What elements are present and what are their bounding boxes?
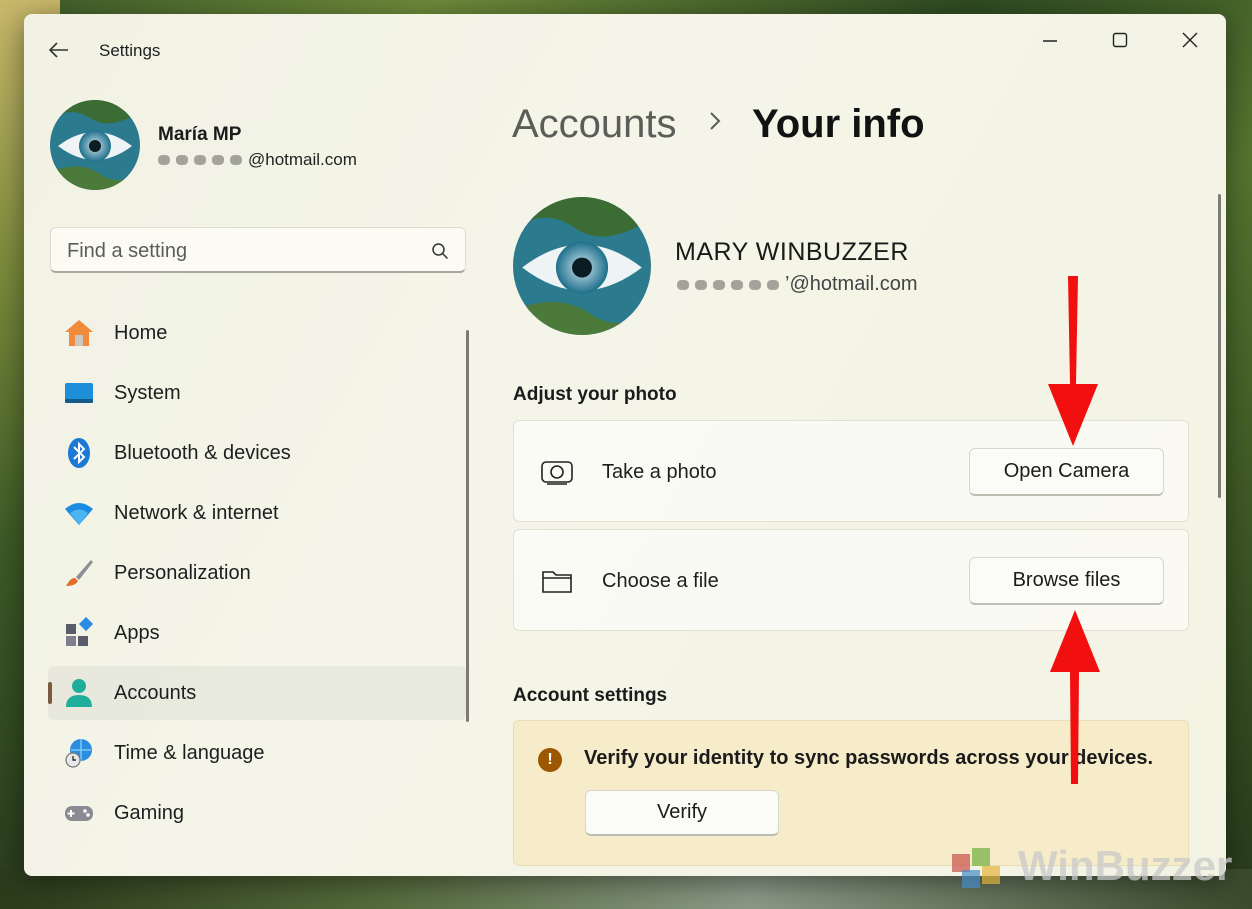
app-title: Settings (99, 41, 161, 60)
back-arrow-icon (49, 42, 68, 58)
sidebar-item-label: Home (114, 321, 168, 344)
watermark-text: WinBuzzer (1018, 842, 1233, 889)
minimize-button[interactable] (1020, 24, 1080, 56)
search-input[interactable] (65, 238, 409, 264)
page-title: Your info (752, 102, 925, 146)
take-photo-label: Take a photo (602, 461, 717, 483)
sidebar-item-network[interactable]: Network & internet (48, 486, 466, 540)
person-icon (62, 676, 96, 710)
account-settings-heading: Account settings (513, 685, 668, 706)
profile-email: @hotmail.com (158, 150, 357, 170)
browse-files-button[interactable]: Browse files (969, 557, 1164, 605)
eye-photo-icon (50, 100, 140, 190)
back-button[interactable] (44, 36, 74, 64)
sidebar-item-time-language[interactable]: Time & language (48, 726, 466, 780)
sidebar-item-apps[interactable]: Apps (48, 606, 466, 660)
sidebar-item-label: Time & language (114, 741, 265, 764)
search-icon[interactable] (431, 242, 449, 260)
sidebar-item-system[interactable]: System (48, 366, 466, 420)
sidebar-scrollbar[interactable] (466, 330, 469, 722)
maximize-icon (1112, 32, 1128, 48)
breadcrumb-parent[interactable]: Accounts (512, 102, 677, 147)
sidebar-item-personalization[interactable]: Personalization (48, 546, 466, 600)
account-avatar (513, 197, 651, 335)
brush-icon (62, 556, 96, 590)
sidebar-item-gaming[interactable]: Gaming (48, 786, 466, 840)
close-button[interactable] (1160, 24, 1220, 56)
active-indicator (48, 682, 52, 704)
sidebar-item-label: Gaming (114, 801, 185, 824)
apps-icon (62, 616, 96, 650)
camera-icon (541, 461, 573, 485)
settings-window: Settings María MP @hotmail.com Find a se… (24, 14, 1226, 876)
bluetooth-icon (62, 436, 96, 470)
profile-email-domain: @hotmail.com (248, 150, 357, 169)
globe-clock-icon (62, 736, 96, 770)
system-icon (62, 376, 96, 410)
adjust-photo-heading: Adjust your photo (513, 384, 677, 405)
sidebar-item-label: Personalization (114, 561, 251, 584)
close-icon (1182, 32, 1198, 48)
cube-logo-icon (952, 848, 1000, 888)
sidebar-item-label: Apps (114, 621, 160, 644)
sidebar-item-home[interactable]: Home (48, 306, 466, 360)
minimize-icon (1043, 40, 1057, 42)
chevron-right-icon (708, 110, 722, 137)
account-email-domain: ’@hotmail.com (785, 273, 918, 295)
warning-icon: ! (538, 748, 562, 772)
account-display-name: MARY WINBUZZER (675, 238, 909, 266)
open-camera-button[interactable]: Open Camera (969, 448, 1164, 496)
sidebar-item-label: Bluetooth & devices (114, 441, 291, 464)
sidebar-item-label: Network & internet (114, 501, 279, 524)
profile-name: María MP (158, 124, 242, 145)
watermark: WinBuzzer (946, 838, 1232, 894)
sidebar-item-label: Accounts (114, 681, 197, 704)
folder-icon (542, 571, 572, 593)
sidebar-item-bluetooth[interactable]: Bluetooth & devices (48, 426, 466, 480)
verify-button[interactable]: Verify (585, 790, 779, 836)
choose-file-label: Choose a file (602, 570, 719, 592)
eye-photo-icon (513, 197, 651, 335)
wifi-icon (62, 496, 96, 530)
sidebar-item-accounts[interactable]: Accounts (48, 666, 466, 720)
annotation-arrow-up (1050, 610, 1100, 784)
annotation-arrow-down (1048, 276, 1098, 446)
content-scrollbar[interactable] (1218, 194, 1221, 498)
search-box[interactable] (50, 227, 466, 273)
avatar (50, 100, 140, 190)
redacted-email (158, 155, 242, 165)
sidebar-nav: Home System Bluetooth & devices Network … (48, 306, 466, 846)
account-email: ’@hotmail.com (677, 273, 918, 296)
redacted-email (677, 279, 779, 290)
gamepad-icon (62, 796, 96, 830)
home-icon (62, 316, 96, 350)
sidebar-item-label: System (114, 381, 181, 404)
maximize-button[interactable] (1090, 24, 1150, 56)
